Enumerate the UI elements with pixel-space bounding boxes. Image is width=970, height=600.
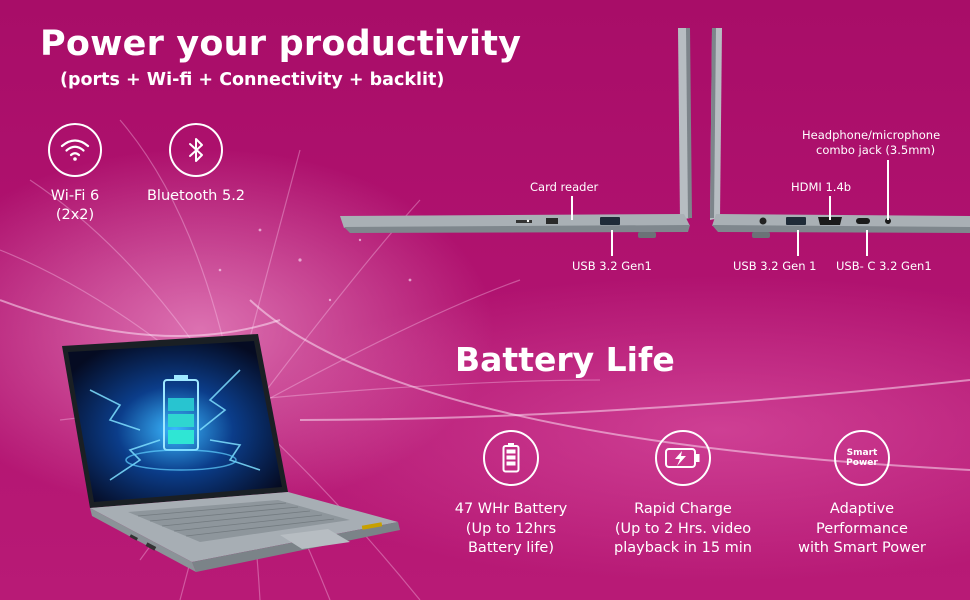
card-reader-label: Card reader [530,180,599,194]
hdmi-line [829,196,831,220]
battery-section-title: Battery Life [455,340,675,379]
bluetooth-feature: Bluetooth 5.2 [140,123,252,206]
rapid-charge-label: Rapid Charge (Up to 2 Hrs. video playbac… [614,501,752,556]
wifi-icon [48,123,102,177]
usb-c-label: USB- C 3.2 Gen1 [836,259,932,273]
laptop-image [62,334,400,572]
usb-left-label: USB 3.2 Gen1 [572,259,652,273]
bluetooth-icon [169,123,223,177]
usb-c-line [866,230,868,256]
headphone-line [887,160,889,220]
battery-capacity-label: 47 WHr Battery (Up to 12hrs Battery life… [454,501,568,556]
hdmi-label: HDMI 1.4b [791,180,852,194]
headphone-label-2: combo jack (3.5mm) [816,143,936,157]
bluetooth-label: Bluetooth 5.2 [146,188,246,204]
laptop-left-side [340,28,692,238]
usb-left-line [611,230,613,256]
smart-power-label: Adaptive Performance with Smart Power [798,501,926,556]
wifi-label: Wi-Fi 6 (2x2) [50,188,100,223]
smart-power-feature: Smart Power Adaptive Performance with Sm… [777,430,947,559]
rapid-charge-feature: Rapid Charge (Up to 2 Hrs. video playbac… [598,430,768,559]
card-reader-line [571,196,573,220]
battery-capacity-feature: 47 WHr Battery (Up to 12hrs Battery life… [426,430,596,559]
product-banner: Power your productivity (ports + Wi-fi +… [0,0,970,600]
battery-icon [483,430,539,486]
wifi-feature: Wi-Fi 6 (2x2) [37,123,113,225]
usb-right-label: USB 3.2 Gen 1 [733,259,817,273]
rapid-charge-icon [655,430,711,486]
usb-right-line [797,230,799,256]
smart-power-icon: Smart Power [834,430,890,486]
headphone-label: Headphone/microphone [802,128,941,142]
